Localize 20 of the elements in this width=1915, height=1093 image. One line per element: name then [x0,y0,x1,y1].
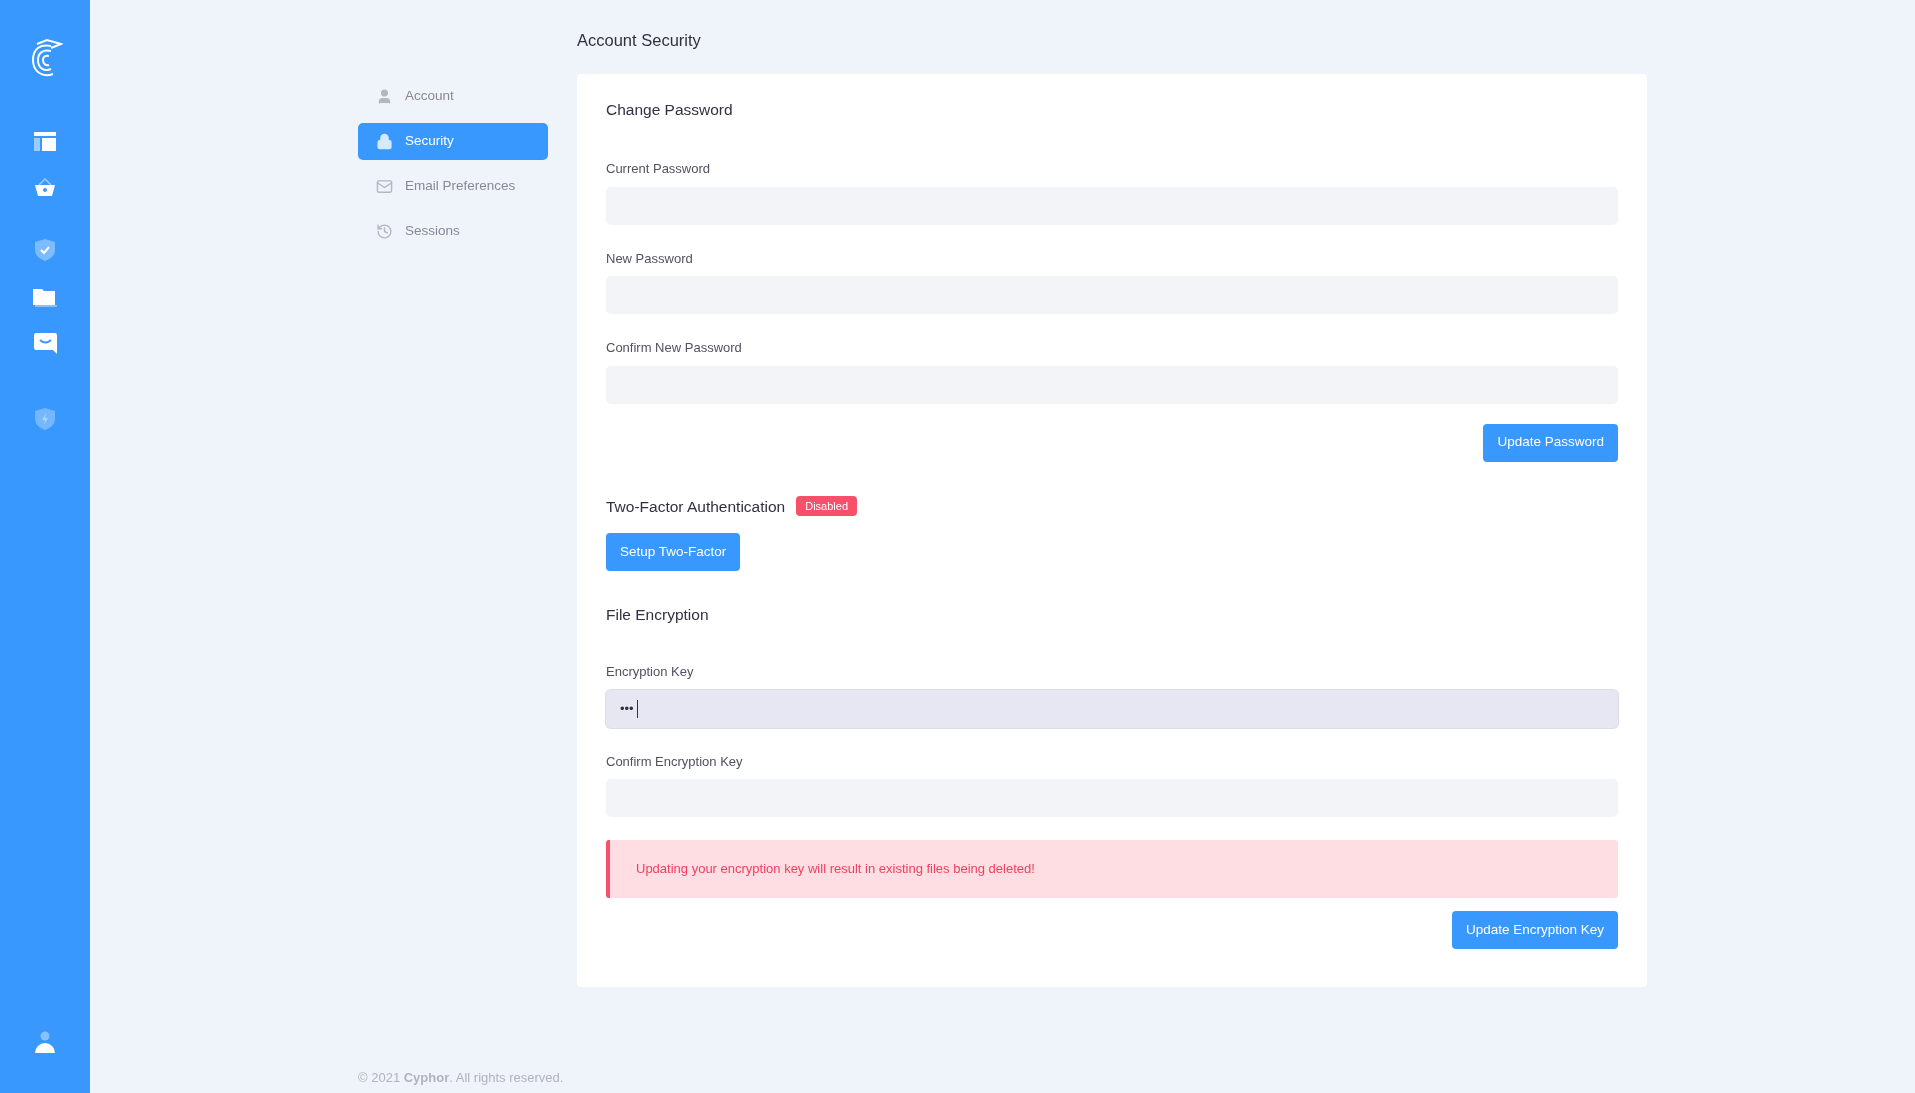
section-title: File Encryption [606,604,710,625]
settings-nav-item[interactable]: Email Preferences [358,168,548,205]
field-label: New Password [606,249,694,268]
primary-button[interactable]: Setup Two-Factor [606,532,741,571]
warning-alert: Updating your encryption key will result in existing files being deleted! [606,840,1618,898]
primary-button[interactable]: Update Encryption Key [1451,911,1618,949]
field-label: Encryption Key [606,663,695,681]
field-label: Current Password [606,160,712,178]
section-title: Change Password [606,99,734,120]
footer-copyright: © 2021 Cyphor. All rights reserved. [358,1068,565,1087]
section-title: Two-Factor Authentication [606,496,786,517]
status-badge: Disabled [796,495,858,517]
field-label: Confirm New Password [606,339,743,357]
settings-nav-item[interactable]: Security [358,123,548,160]
settings-nav-item[interactable]: Sessions [358,213,548,250]
page-title: Account Security [577,30,702,51]
primary-button[interactable]: Update Password [1483,423,1618,462]
input-field[interactable]: ••• [606,689,1618,728]
settings-nav-item[interactable]: Account [358,78,548,115]
field-label: Confirm Encryption Key [606,752,744,771]
